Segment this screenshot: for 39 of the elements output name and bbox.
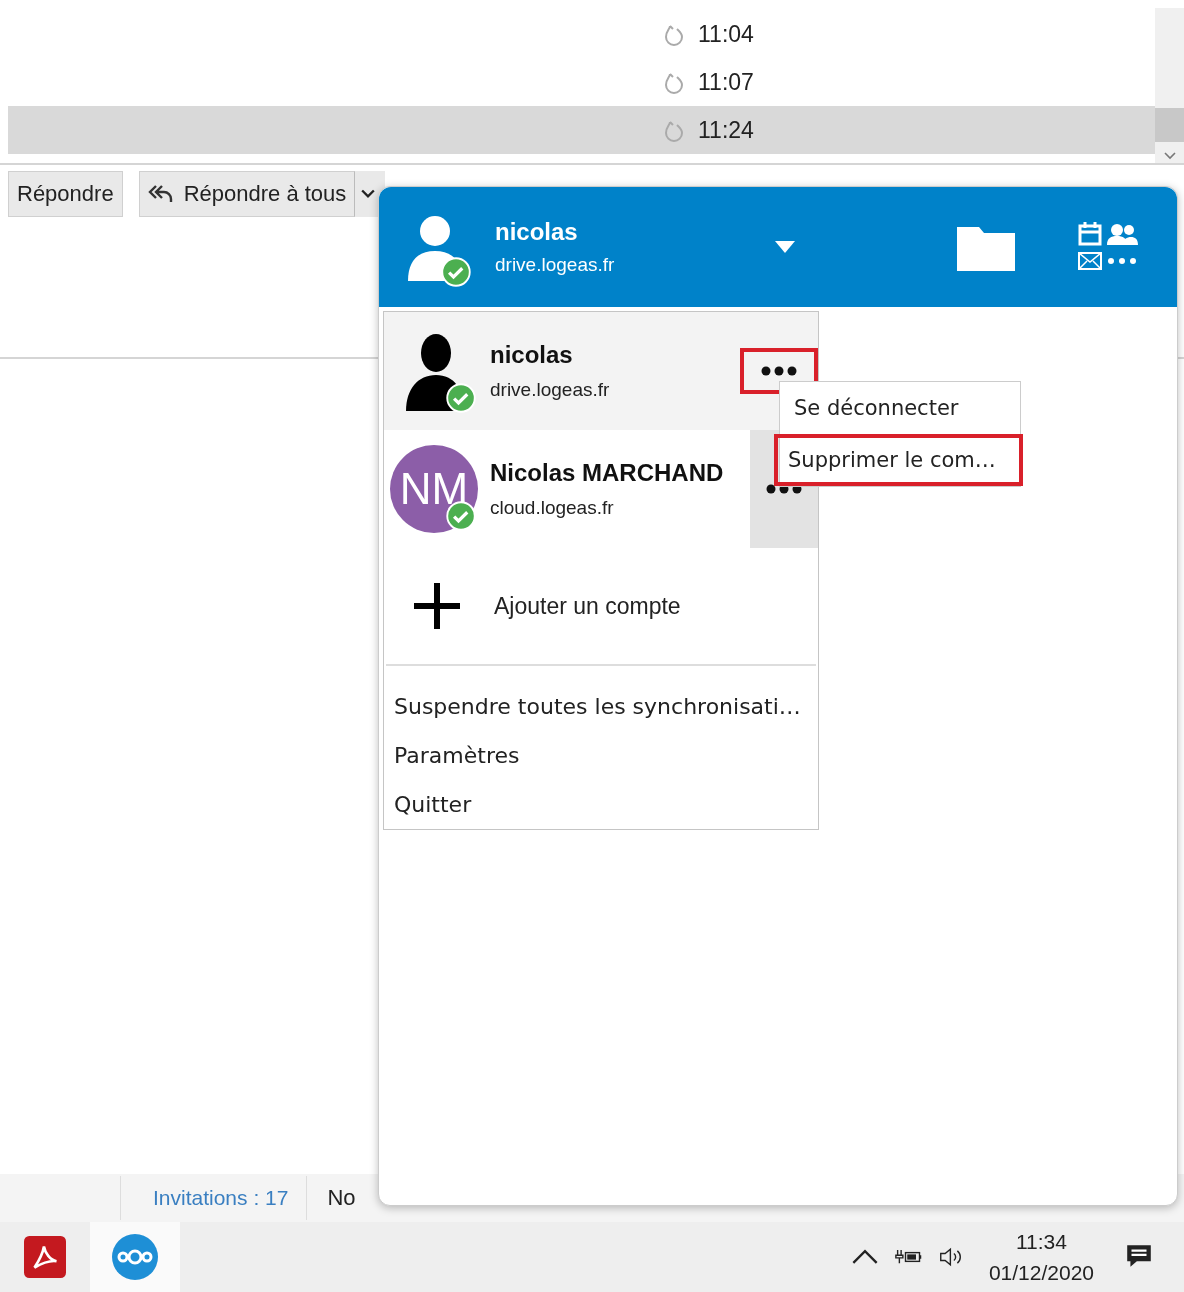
menu-item[interactable]: Suspendre toutes les synchronisati… bbox=[384, 682, 818, 731]
reply-button[interactable]: Répondre bbox=[8, 171, 123, 217]
account-server: drive.logeas.fr bbox=[490, 379, 611, 401]
clock[interactable]: 11:34 01/12/2020 bbox=[988, 1225, 1094, 1289]
account-name: nicolas bbox=[490, 341, 574, 369]
pdf-reader-icon bbox=[24, 1236, 66, 1278]
context-menu-item[interactable]: Supprimer le com… bbox=[774, 434, 1023, 486]
scroll-thumb[interactable] bbox=[1155, 108, 1184, 142]
mail-row[interactable]: 11:24 bbox=[8, 106, 1155, 154]
mail-time: 11:04 bbox=[698, 20, 754, 48]
mail-time: 11:24 bbox=[698, 116, 754, 144]
menu-item[interactable]: Quitter bbox=[384, 780, 818, 829]
menu-item[interactable]: Paramètres bbox=[384, 731, 818, 780]
scroll-down-icon[interactable] bbox=[1163, 152, 1176, 160]
clock-date: 01/12/2020 bbox=[988, 1260, 1094, 1286]
reply-all-icon bbox=[147, 184, 174, 204]
add-account-item[interactable]: Ajouter un compte bbox=[384, 548, 818, 664]
status-text: No bbox=[326, 1185, 356, 1211]
mail-row[interactable]: 11:07 bbox=[8, 58, 1155, 106]
mail-time: 11:07 bbox=[698, 68, 754, 96]
apps-icon[interactable] bbox=[1077, 221, 1139, 273]
more-icon bbox=[761, 366, 797, 376]
account-name[interactable]: nicolas bbox=[495, 218, 765, 246]
dropdown-caret-icon[interactable] bbox=[775, 241, 795, 253]
mail-row[interactable]: 11:04 bbox=[8, 10, 1155, 58]
scrollbar[interactable] bbox=[1155, 8, 1184, 163]
add-account-label: Ajouter un compte bbox=[494, 592, 681, 620]
context-menu-item[interactable]: Se déconnecter bbox=[780, 382, 1020, 434]
taskbar-app[interactable] bbox=[90, 1222, 180, 1292]
account-name: Nicolas MARCHAND bbox=[490, 459, 725, 487]
invitations-count[interactable]: Invitations : 17 bbox=[120, 1176, 308, 1220]
reply-all-button[interactable]: Répondre à tous bbox=[138, 171, 356, 217]
account-server: drive.logeas.fr bbox=[495, 254, 616, 276]
plus-icon bbox=[412, 581, 462, 631]
clock-time: 11:34 bbox=[1015, 1228, 1067, 1255]
cloud-rings-icon bbox=[111, 1233, 159, 1281]
caret-icon[interactable] bbox=[361, 189, 376, 199]
initials-avatar: NM bbox=[390, 445, 478, 533]
account-server: cloud.logeas.fr bbox=[490, 497, 615, 519]
